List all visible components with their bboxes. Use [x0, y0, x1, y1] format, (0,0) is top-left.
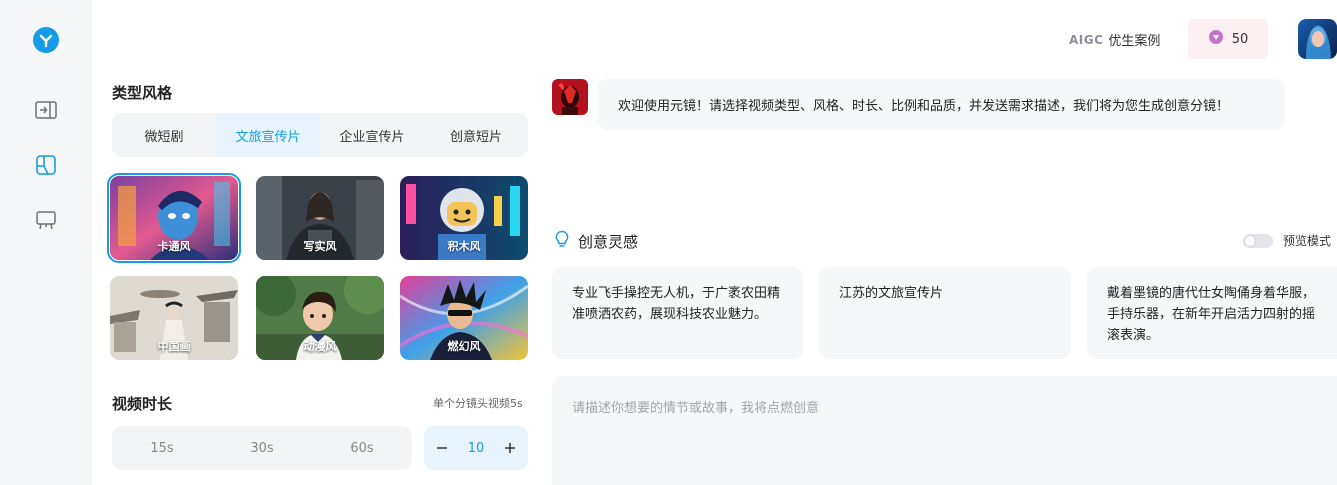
style-label: 卡通风	[157, 240, 191, 253]
minus-icon[interactable]	[434, 440, 450, 456]
duration-note: 单个分镜头视频5s	[433, 397, 523, 410]
plus-icon[interactable]	[502, 440, 518, 456]
duration-options: 15s 30s 60s	[112, 426, 412, 470]
duration-option-15s[interactable]: 15s	[112, 426, 212, 470]
aigc-cases-label: 优生案例	[1108, 34, 1161, 49]
video-type-tabs: 微短剧 文旅宣传片 企业宣传片 创意短片	[112, 113, 528, 157]
style-card-cartoon[interactable]: 卡通风	[107, 173, 241, 263]
style-card-anime[interactable]: 动漫风	[256, 276, 384, 360]
preview-mode-label: 预览模式	[1283, 234, 1332, 248]
aigc-cases-link[interactable]: AIGC 优生案例	[1069, 30, 1161, 50]
user-avatar[interactable]	[1298, 19, 1337, 59]
style-label: 写实风	[303, 240, 337, 253]
lightbulb-icon	[554, 230, 570, 252]
duration-section-title: 视频时长	[112, 395, 173, 413]
style-label: 积木风	[447, 240, 481, 253]
duration-stepper-value[interactable]: 10	[468, 441, 485, 456]
style-label: 动漫风	[303, 340, 337, 353]
style-card-realistic[interactable]: 写实风	[256, 176, 384, 260]
style-grid: 卡通风 写实风 积木风 中国画 动漫风 燃幻风	[107, 173, 530, 362]
inspiration-card-drone[interactable]: 专业飞手操控无人机，于广袤农田精准喷洒农药，展现科技农业魅力。	[552, 267, 803, 359]
preview-mode: 预览模式	[1243, 232, 1331, 249]
inspiration-title: 创意灵感	[578, 232, 639, 251]
style-section-title: 类型风格	[112, 84, 173, 102]
tab-creative-short[interactable]: 创意短片	[424, 113, 528, 157]
aigc-mark: AIGC	[1069, 32, 1104, 47]
storyboard-icon[interactable]	[33, 152, 59, 178]
inspiration-header: 创意灵感	[554, 230, 638, 252]
style-label: 中国画	[157, 340, 191, 353]
gem-icon	[1208, 29, 1224, 49]
style-card-lego[interactable]: 积木风	[400, 176, 528, 260]
tab-tourism-promo[interactable]: 文旅宣传片	[216, 113, 320, 157]
easel-icon[interactable]	[33, 207, 59, 233]
duration-option-30s[interactable]: 30s	[212, 426, 312, 470]
left-rail	[0, 0, 92, 485]
credits-count: 50	[1231, 31, 1249, 47]
style-label: 燃幻风	[447, 340, 481, 353]
collapse-panel-icon[interactable]	[33, 97, 59, 123]
preview-mode-toggle[interactable]	[1243, 233, 1273, 248]
tab-corporate-promo[interactable]: 企业宣传片	[320, 113, 424, 157]
style-card-fantasy[interactable]: 燃幻风	[400, 276, 528, 360]
duration-option-60s[interactable]: 60s	[312, 426, 412, 470]
style-card-chinese-painting[interactable]: 中国画	[110, 276, 238, 360]
duration-stepper: 10	[424, 426, 528, 470]
bot-avatar	[552, 79, 588, 115]
prompt-box	[552, 376, 1337, 485]
inspiration-card-jiangsu[interactable]: 江苏的文旅宣传片	[819, 267, 1071, 359]
tab-micro-drama[interactable]: 微短剧	[112, 113, 216, 157]
inspiration-card-tang-rock[interactable]: 戴着墨镜的唐代仕女陶俑身着华服，手持乐器，在新年开启活力四射的摇滚表演。	[1087, 267, 1337, 359]
prompt-input[interactable]	[572, 397, 1317, 477]
credits-badge[interactable]: 50	[1188, 19, 1268, 59]
app-logo-icon[interactable]	[33, 27, 59, 53]
welcome-message: 欢迎使用元镜！请选择视频类型、风格、时长、比例和品质，并发送需求描述，我们将为您…	[598, 79, 1285, 130]
